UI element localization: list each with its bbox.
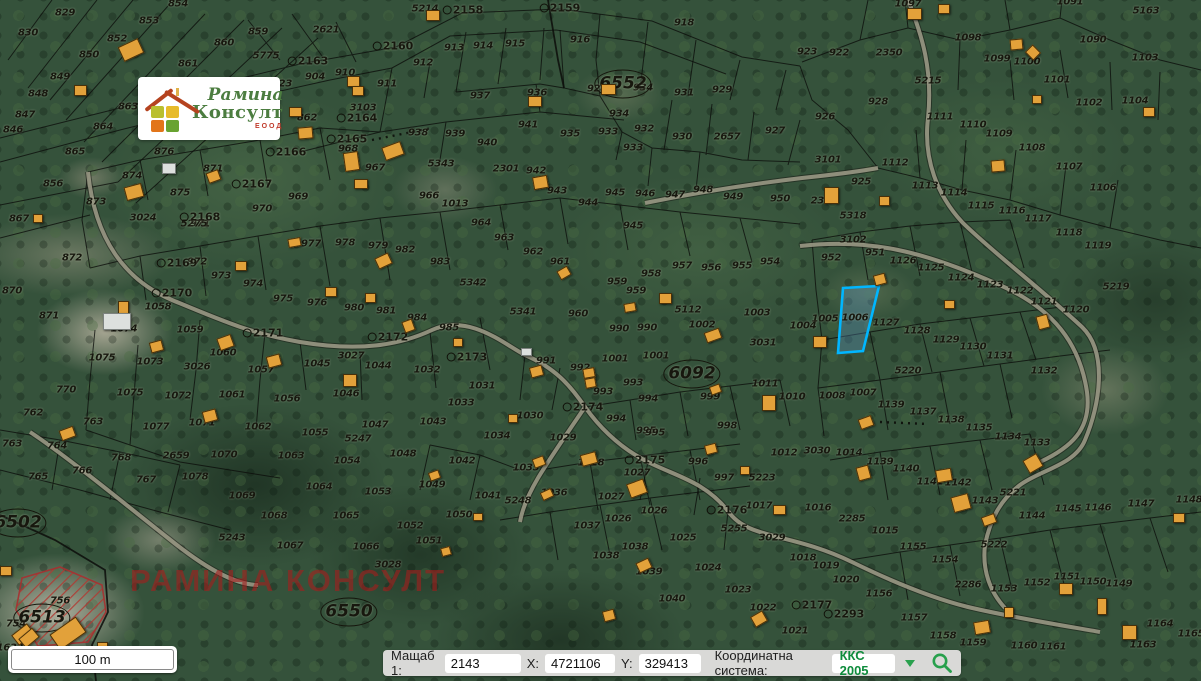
search-button[interactable] — [931, 652, 953, 674]
building-footprint — [365, 293, 376, 303]
building-footprint — [973, 620, 991, 636]
building-footprint — [473, 513, 483, 521]
building-footprint — [1122, 625, 1137, 640]
building-footprint — [824, 187, 839, 204]
building-footprint — [1004, 607, 1014, 618]
building-footprint — [352, 86, 364, 96]
search-icon — [931, 652, 953, 674]
crs-select[interactable]: ККС 2005 — [832, 654, 895, 673]
building-footprint — [354, 179, 368, 189]
building-footprint — [907, 8, 922, 20]
x-label: X: — [527, 656, 539, 671]
building-footprint — [659, 293, 672, 304]
building-footprint — [453, 338, 463, 347]
chevron-down-icon[interactable] — [905, 660, 915, 667]
building-footprint — [343, 151, 360, 172]
building-footprint — [762, 395, 776, 411]
building-footprint — [813, 336, 827, 348]
parcel-boundaries — [560, 0, 1201, 248]
y-coordinate-input[interactable] — [639, 654, 701, 673]
building-footprint — [879, 196, 890, 206]
building-footprint — [235, 261, 247, 271]
building-footprint — [1097, 598, 1107, 615]
logo-name-line2: Консулт — [192, 104, 283, 122]
logo-house-icon — [144, 84, 188, 134]
building-footprint — [74, 85, 87, 96]
scale-bar: 100 m — [8, 646, 177, 673]
building-footprint — [944, 300, 955, 309]
building-footprint — [1173, 513, 1185, 523]
x-coordinate-input[interactable] — [545, 654, 615, 673]
building-footprint — [1010, 38, 1024, 50]
crs-label: Координатна система: — [715, 648, 826, 678]
logo-name-line3: ЕООД — [192, 123, 283, 130]
status-bar: Мащаб 1: X: Y: Координатна система: ККС … — [383, 650, 961, 676]
building-footprint — [1059, 583, 1073, 595]
parcel-boundaries — [0, 0, 800, 238]
building-footprint — [773, 505, 786, 515]
logo: Рамина Консулт ЕООД — [138, 77, 280, 140]
scale-input[interactable] — [445, 654, 521, 673]
building-footprint — [426, 10, 440, 21]
map-viewport[interactable]: 8548538528508498488478468298308618608592… — [0, 0, 1201, 681]
building-footprint — [33, 214, 43, 223]
building-footprint — [584, 377, 597, 389]
building-footprint — [935, 468, 953, 484]
building-footprint — [0, 566, 12, 576]
building-footprint — [740, 466, 750, 475]
building-footprint — [343, 374, 357, 387]
building-footprint — [103, 313, 131, 330]
building-footprint — [601, 84, 616, 95]
scale-bar-label: 100 m — [74, 652, 110, 667]
building-footprint — [298, 126, 314, 139]
scale-label: Мащаб 1: — [391, 648, 439, 678]
building-footprint — [508, 414, 518, 423]
building-footprint — [1032, 95, 1042, 104]
building-footprint — [521, 348, 532, 356]
building-footprint — [532, 175, 549, 190]
building-footprint — [1143, 107, 1155, 117]
building-footprint — [991, 159, 1006, 172]
building-footprint — [289, 107, 302, 117]
crs-value: ККС 2005 — [840, 648, 887, 678]
building-footprint — [528, 96, 542, 107]
y-label: Y: — [621, 656, 633, 671]
building-footprint — [938, 4, 950, 14]
building-footprint — [162, 163, 176, 174]
building-footprint — [325, 287, 337, 297]
selected-parcel-1006[interactable] — [838, 286, 879, 353]
